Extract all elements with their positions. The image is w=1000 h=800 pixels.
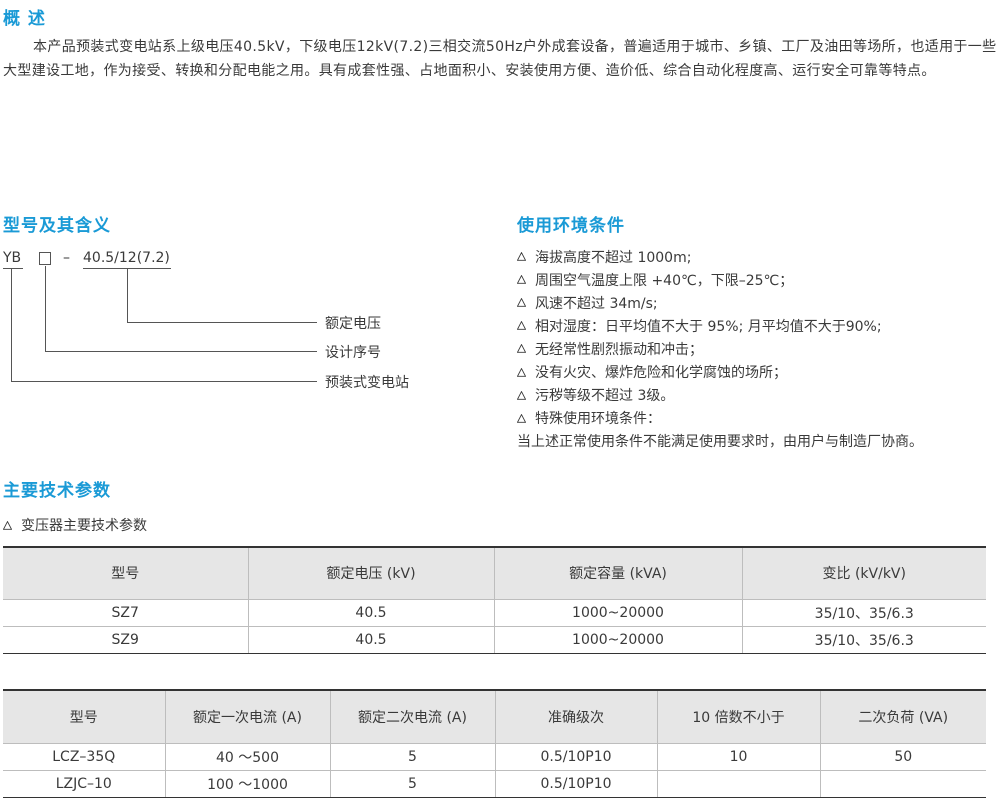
voltage-code: 40.5/12(7.2) <box>83 250 170 266</box>
model-dash: – <box>63 250 70 266</box>
table-cell: LCZ–35Q <box>3 742 165 770</box>
table-cell: 40 ～500 <box>164 742 330 770</box>
table-cell: 1000~20000 <box>493 625 742 654</box>
triangle-bullet-icon <box>517 390 526 400</box>
table-cell <box>656 769 820 798</box>
col-header: 10 倍数不小于 <box>656 689 820 743</box>
table-cell: 35/10、35/6.3 <box>741 625 986 654</box>
condition-note: 当上述正常使用条件不能满足使用要求时，由用户与制造厂协商。 <box>517 434 923 451</box>
table-cell: 1000~20000 <box>493 598 742 626</box>
triangle-bullet-icon <box>3 520 12 530</box>
col-header: 额定电压 (kV) <box>247 546 494 599</box>
col-header: 二次负荷 (VA) <box>819 689 986 743</box>
leader-design-h <box>45 351 317 352</box>
col-header: 准确级次 <box>494 689 657 743</box>
table-cell: 5 <box>329 769 495 798</box>
condition-item: 污秽等级不超过 3级。 <box>517 384 1000 407</box>
condition-item: 无经常性剧烈振动和冲击； <box>517 337 1000 360</box>
leader-station-v <box>11 268 12 381</box>
table-header-row: 型号 额定一次电流 (A) 额定二次电流 (A) 准确级次 10 倍数不小于 二… <box>3 689 986 743</box>
table-cell: 50 <box>819 742 986 770</box>
col-header: 变比 (kV/kV) <box>741 546 986 599</box>
transformer-table: 型号 额定电压 (kV) 额定容量 (kVA) 变比 (kV/kV) SZ7 4… <box>3 546 986 654</box>
params-heading: 主要技术参数 <box>3 481 111 501</box>
col-header: 额定二次电流 (A) <box>329 689 495 743</box>
label-rated-voltage: 额定电压 <box>325 316 381 332</box>
condition-item: 相对湿度：日平均值不大于 95%; 月平均值不大于90%; <box>517 314 1000 337</box>
condition-item: 风速不超过 34m/s; <box>517 291 1000 314</box>
overview-heading: 概 述 <box>3 9 46 29</box>
table-cell: 40.5 <box>247 625 494 654</box>
table-cell: 35/10、35/6.3 <box>741 598 986 626</box>
table-cell: 100 ～1000 <box>164 769 330 798</box>
table-cell: LZJC–10 <box>3 769 165 798</box>
table-row: SZ7 40.5 1000~20000 35/10、35/6.3 <box>3 598 986 626</box>
col-header: 额定一次电流 (A) <box>164 689 330 743</box>
table-header-row: 型号 额定电压 (kV) 额定容量 (kVA) 变比 (kV/kV) <box>3 546 986 599</box>
triangle-bullet-icon <box>517 344 526 354</box>
triangle-bullet-icon <box>517 321 526 331</box>
col-header: 型号 <box>3 546 248 599</box>
model-heading: 型号及其含义 <box>3 216 111 236</box>
label-prefab-substation: 预装式变电站 <box>325 375 409 391</box>
table-cell: 0.5/10P10 <box>494 769 657 798</box>
table-cell: 5 <box>329 742 495 770</box>
leader-voltage-h <box>127 322 317 323</box>
table-cell: SZ9 <box>3 625 248 654</box>
triangle-bullet-icon <box>517 298 526 307</box>
table-cell <box>819 769 986 798</box>
table-row: LZJC–10 100 ～1000 5 0.5/10P10 <box>3 769 986 798</box>
col-header: 型号 <box>3 689 165 743</box>
leader-voltage-v <box>127 268 128 322</box>
overview-paragraph: 本产品预装式变电站系上级电压40.5kV，下级电压12kV(7.2)三相交流50… <box>3 39 997 79</box>
leader-design-v <box>45 266 46 351</box>
table-cell: 0.5/10P10 <box>494 742 657 770</box>
triangle-bullet-icon <box>517 413 526 423</box>
table-row: SZ9 40.5 1000~20000 35/10、35/6.3 <box>3 625 986 654</box>
model-prefix: YB <box>3 250 22 266</box>
condition-item: 特殊使用环境条件： <box>517 407 1000 430</box>
label-design-number: 设计序号 <box>325 345 381 361</box>
table-row: LCZ–35Q 40 ～500 5 0.5/10P10 10 50 <box>3 742 986 770</box>
table-cell: 40.5 <box>247 598 494 626</box>
current-transformer-table: 型号 额定一次电流 (A) 额定二次电流 (A) 准确级次 10 倍数不小于 二… <box>3 689 986 798</box>
condition-item: 海拔高度不超过 1000m; <box>517 245 1000 268</box>
triangle-bullet-icon <box>517 367 526 377</box>
triangle-bullet-icon <box>517 252 526 261</box>
design-number-box <box>39 252 51 265</box>
table-cell: 10 <box>656 742 820 770</box>
params-subheading: 变压器主要技术参数 <box>3 515 147 535</box>
condition-item: 周围空气温度上限 +40℃，下限–25℃； <box>517 268 1000 291</box>
prefix-underline <box>3 268 23 269</box>
environment-heading: 使用环境条件 <box>517 216 625 236</box>
table-cell: SZ7 <box>3 598 248 626</box>
leader-station-h <box>11 381 317 382</box>
triangle-bullet-icon <box>517 275 526 284</box>
col-header: 额定容量 (kVA) <box>493 546 742 599</box>
conditions-list: 海拔高度不超过 1000m; 周围空气温度上限 +40℃，下限–25℃； 风速不… <box>517 245 1000 453</box>
condition-item: 没有火灾、爆炸危险和化学腐蚀的场所； <box>517 360 1000 383</box>
